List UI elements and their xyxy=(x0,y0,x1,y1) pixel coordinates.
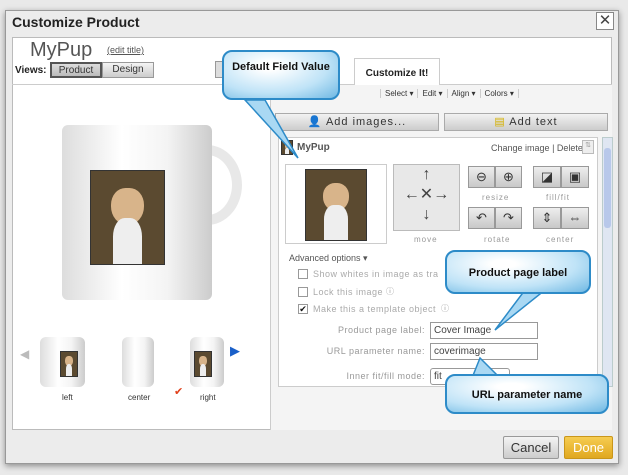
pointer-product-label xyxy=(494,289,548,331)
done-button[interactable]: Done xyxy=(564,436,613,459)
callout-url-parameter-name: URL parameter name xyxy=(445,374,609,414)
callout-default-field-value: Default Field Value xyxy=(222,50,340,100)
callout-product-page-label: Product page label xyxy=(445,250,591,294)
cancel-button[interactable]: Cancel xyxy=(503,436,559,459)
pointer-default-field xyxy=(243,99,299,159)
